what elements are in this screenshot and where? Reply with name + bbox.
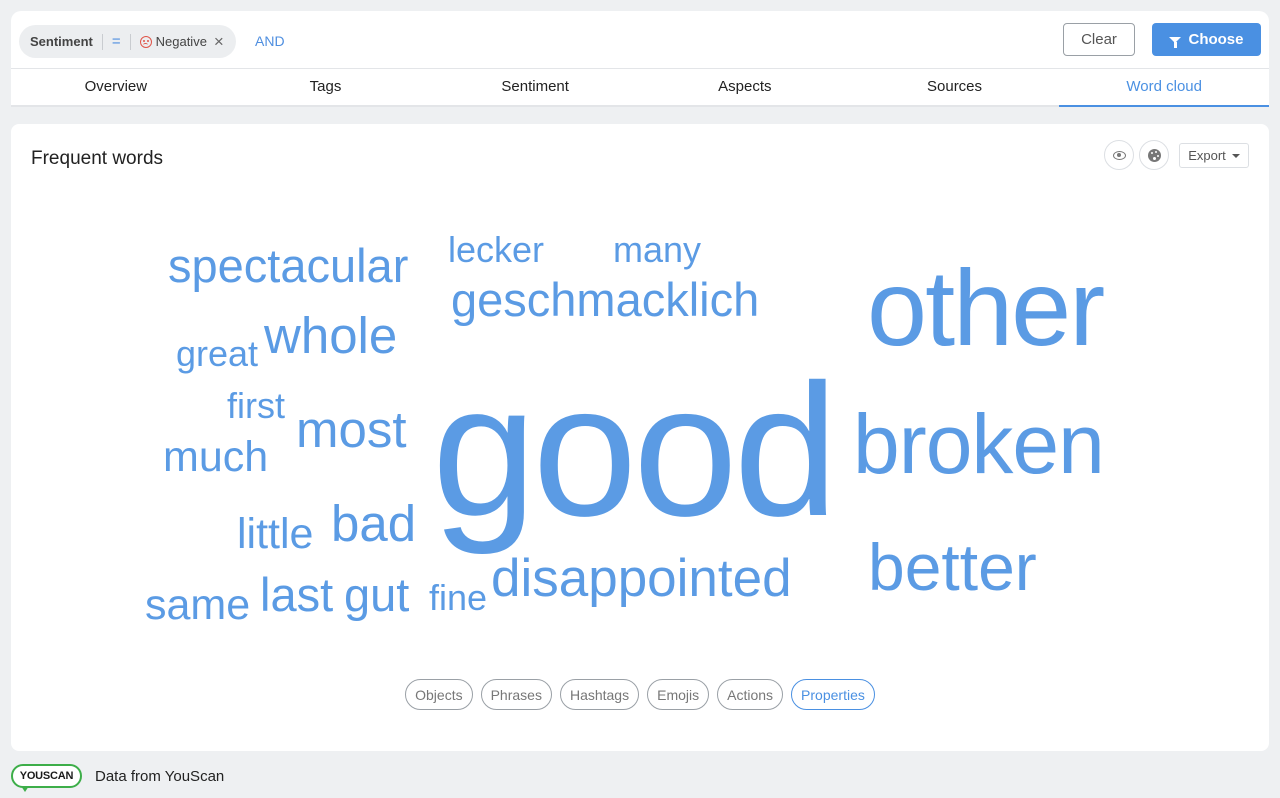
tab-sentiment[interactable]: Sentiment: [430, 69, 640, 105]
cloud-word[interactable]: most: [296, 404, 407, 455]
cloud-word[interactable]: same: [145, 584, 250, 627]
tab-tags[interactable]: Tags: [221, 69, 431, 105]
cloud-word[interactable]: disappointed: [491, 552, 792, 605]
divider: [129, 33, 131, 50]
word-type-filter: Objects Phrases Hashtags Emojis Actions …: [11, 679, 1269, 710]
filter-icon: [1169, 36, 1182, 48]
pill-phrases[interactable]: Phrases: [480, 679, 552, 710]
frequent-words-card: Frequent words Export good other broken …: [11, 124, 1269, 751]
cloud-word[interactable]: last: [260, 571, 333, 618]
tab-aspects[interactable]: Aspects: [640, 69, 850, 105]
cloud-word[interactable]: little: [237, 513, 313, 556]
footer: YOUSCAN Data from YouScan: [11, 762, 225, 792]
tab-overview[interactable]: Overview: [11, 69, 221, 105]
cloud-word[interactable]: bad: [331, 498, 416, 549]
cloud-word[interactable]: fine: [429, 580, 487, 616]
cloud-word[interactable]: whole: [264, 310, 397, 361]
tab-bar: Overview Tags Sentiment Aspects Sources …: [11, 69, 1269, 107]
clear-button[interactable]: Clear: [1063, 23, 1135, 56]
and-link[interactable]: AND: [255, 33, 285, 49]
pill-hashtags[interactable]: Hashtags: [559, 679, 640, 710]
cloud-word[interactable]: great: [176, 336, 258, 372]
footer-text: Data from YouScan: [95, 767, 225, 785]
cloud-word[interactable]: much: [163, 436, 268, 479]
pill-emojis[interactable]: Emojis: [647, 679, 710, 710]
youscan-logo: YOUSCAN: [11, 764, 82, 792]
divider: [101, 33, 103, 50]
cloud-word[interactable]: geschmacklich: [451, 276, 759, 323]
cloud-word[interactable]: good: [432, 356, 838, 544]
cloud-word[interactable]: first: [227, 388, 285, 424]
filter-chip[interactable]: Sentiment = Negative ×: [19, 25, 236, 58]
pill-actions[interactable]: Actions: [717, 679, 784, 710]
close-icon[interactable]: ×: [214, 33, 224, 50]
tab-word-cloud[interactable]: Word cloud: [1059, 69, 1269, 107]
cloud-word[interactable]: better: [868, 534, 1037, 600]
cloud-word[interactable]: many: [613, 232, 701, 268]
choose-button-label: Choose: [1188, 31, 1244, 48]
cloud-word[interactable]: spectacular: [168, 242, 408, 289]
filter-row: Sentiment = Negative × AND Clear Choose: [11, 11, 1269, 69]
filter-value: Negative: [155, 34, 207, 49]
cloud-word[interactable]: gut: [344, 571, 409, 618]
filter-field-label: Sentiment: [30, 34, 93, 49]
cloud-word[interactable]: broken: [853, 402, 1105, 486]
choose-button[interactable]: Choose: [1152, 23, 1261, 56]
pill-properties[interactable]: Properties: [791, 679, 875, 710]
word-cloud: good other broken better disappointed ge…: [11, 124, 1269, 751]
tab-sources[interactable]: Sources: [850, 69, 1060, 105]
filter-operator[interactable]: =: [112, 33, 121, 50]
pill-objects[interactable]: Objects: [405, 679, 473, 710]
cloud-word[interactable]: lecker: [448, 232, 544, 268]
cloud-word[interactable]: other: [867, 254, 1105, 362]
filter-bar: Sentiment = Negative × AND Clear Choose …: [11, 11, 1269, 107]
negative-face-icon: [139, 35, 152, 48]
